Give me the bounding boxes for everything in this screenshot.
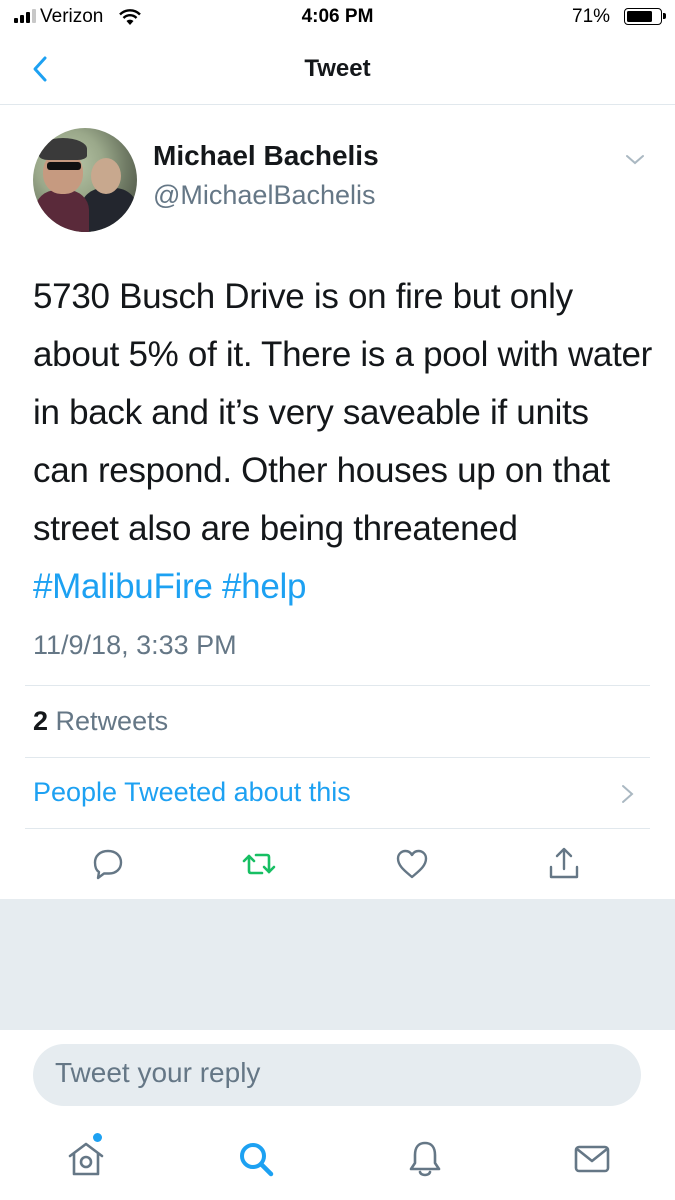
retweet-count: 2 [33, 706, 49, 736]
chevron-down-icon[interactable] [623, 148, 647, 172]
messages-icon[interactable] [571, 1138, 613, 1180]
retweet-icon[interactable] [240, 845, 278, 883]
battery-icon [624, 8, 666, 25]
search-icon[interactable] [235, 1138, 277, 1180]
divider [25, 685, 650, 686]
divider [25, 828, 650, 829]
retweet-stats[interactable]: 2 Retweets [33, 706, 168, 737]
tweet-body: 5730 Busch Drive is on fire but only abo… [33, 277, 653, 548]
avatar[interactable] [33, 128, 137, 232]
empty-replies-area [0, 899, 675, 1030]
hashtag-link[interactable]: #help [222, 567, 306, 606]
hashtag-link[interactable]: #MalibuFire [33, 567, 213, 606]
author-handle[interactable]: @MichaelBachelis [153, 180, 376, 211]
tweet-timestamp: 11/9/18, 3:33 PM [33, 630, 237, 660]
reply-placeholder: Tweet your reply [55, 1057, 261, 1088]
battery-percent: 71% [572, 6, 611, 27]
like-icon[interactable] [393, 845, 431, 883]
status-bar: Verizon 4:06 PM 71% [0, 0, 675, 36]
tweet-text: 5730 Busch Drive is on fire but only abo… [33, 268, 653, 616]
nav-bar: Tweet [0, 36, 675, 105]
notification-dot [93, 1133, 102, 1142]
divider [25, 757, 650, 758]
page-title: Tweet [304, 55, 371, 82]
author-name[interactable]: Michael Bachelis [153, 140, 379, 172]
notifications-icon[interactable] [404, 1138, 446, 1180]
home-icon[interactable] [65, 1138, 107, 1180]
people-tweeted-link[interactable]: People Tweeted about this [33, 777, 351, 808]
reply-icon[interactable] [89, 845, 127, 883]
share-icon[interactable] [545, 845, 583, 883]
chevron-right-icon[interactable] [617, 782, 639, 806]
retweet-label: Retweets [55, 706, 169, 736]
